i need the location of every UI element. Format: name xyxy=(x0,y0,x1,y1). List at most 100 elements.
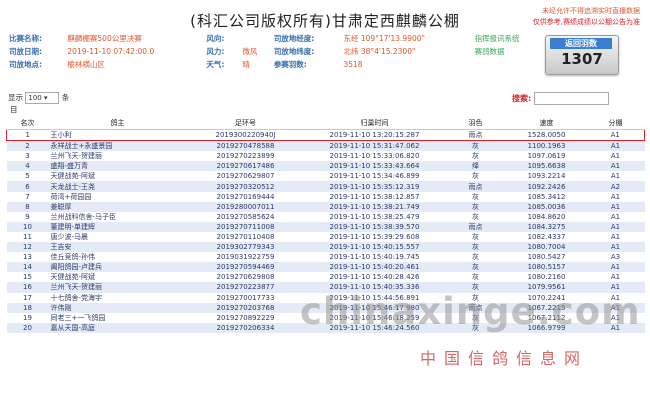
table-cell: 16 xyxy=(6,282,49,293)
table-cell: 嘉从天国-高庭 xyxy=(48,322,187,333)
race-value: 麒麟棚赛500公里决赛 xyxy=(67,34,142,43)
table-cell: A1 xyxy=(586,151,645,162)
table-row[interactable]: 3 兰州飞天-贺建丽 2019270223899 2019-11-10 15:33:0… xyxy=(6,151,645,162)
table-header: 名次 鸽主 足环号 归巢时间 羽色 速度 分棚 xyxy=(6,117,645,130)
table-cell: 姜聪厚 xyxy=(48,201,187,212)
table-row[interactable]: 8 姜聪厚 2019280007011 2019-11-10 15:38:21.749… xyxy=(6,201,645,212)
return-count-badge[interactable]: 返回羽数 1307 xyxy=(545,35,619,75)
table-row[interactable]: 15 天健战苑-阿斌 2019270629808 2019-11-10 15:40:2… xyxy=(6,272,645,283)
table-cell: 董建明-单建辉 xyxy=(48,221,187,232)
table-cell: 15 xyxy=(6,272,49,283)
table-cell: 2019270223899 xyxy=(186,151,305,162)
table-cell: 盛翔-盛万青 xyxy=(48,161,187,172)
table-cell: 1082.4337 xyxy=(506,231,587,243)
table-cell: 阖阳鸽园-卢建兵 xyxy=(48,262,187,273)
notice-line-1: 未经允许不得追溯实时直播数据 xyxy=(542,7,640,15)
table-row[interactable]: 1 王小利 2019300220940J 2019-11-10 13:20:15.28… xyxy=(6,128,645,142)
table-cell: 2019-11-10 15:40:28.426 xyxy=(304,272,445,283)
table-cell: 19 xyxy=(6,312,49,323)
table-cell: 2019-11-10 15:34:46.899 xyxy=(304,171,445,182)
table-cell: 佳丘竞鸽-孙伟 xyxy=(48,252,187,263)
release-place-value: 榆林横山区 xyxy=(67,60,105,69)
table-row[interactable]: 2 永祥战士+永盛景园 2019270478588 2019-11-10 15:31:… xyxy=(6,140,645,152)
return-count-header: 返回羽数 xyxy=(550,38,612,49)
race-info: 比赛名称: 麒麟棚赛500公里决赛 风向: 司放地经度: 东经 109°17'1… xyxy=(6,32,548,71)
column-header[interactable]: 分棚 xyxy=(586,117,645,130)
table-cell: A1 xyxy=(586,231,645,243)
table-cell: A3 xyxy=(586,252,645,263)
search-label: 搜索: xyxy=(512,94,532,103)
page-size-select[interactable]: 100 ▾ xyxy=(25,92,60,104)
table-cell: 王小利 xyxy=(48,128,187,142)
table-cell: 1085.0036 xyxy=(506,201,587,212)
table-cell: 灰 xyxy=(444,272,507,283)
table-cell: 3 xyxy=(6,151,49,162)
column-header[interactable]: 速度 xyxy=(506,117,587,130)
release-time-value: 2019-11-10 07:42:00.0 xyxy=(67,47,155,56)
table-cell: 1 xyxy=(6,128,49,142)
search-input[interactable] xyxy=(534,92,609,105)
table-row[interactable]: 11 唐少波-马晨 2019270110408 2019-11-10 15:39:29… xyxy=(6,231,645,243)
column-header[interactable]: 归巢时间 xyxy=(304,117,445,130)
table-cell: 雨点 xyxy=(444,181,507,192)
page-size-control: 显示 100 ▾ 条 xyxy=(8,92,69,104)
wind-force-value: 微风 xyxy=(242,47,258,56)
unit-label: 条 xyxy=(61,93,70,102)
table-cell: 2019-11-10 15:39:29.608 xyxy=(304,231,445,243)
table-cell: 17 xyxy=(6,292,49,303)
table-cell: A1 xyxy=(586,161,645,172)
table-row[interactable]: 6 天龙战士-王尧 2019270320512 2019-11-10 15:35:12… xyxy=(6,181,645,192)
lon-label: 司放地经度: xyxy=(273,34,315,43)
table-cell: 天龙战士-王尧 xyxy=(48,181,187,192)
table-cell: 7 xyxy=(6,191,49,202)
table-row[interactable]: 5 天健战苑-阿斌 2019270629807 2019-11-10 15:34:46… xyxy=(6,171,645,182)
data-link[interactable]: 赛鸽数据 xyxy=(472,45,548,58)
table-cell: 2019-11-10 13:20:15.287 xyxy=(304,128,445,142)
table-row[interactable]: 9 兰州战科信舍-马子臣 2019270585624 2019-11-10 15:38… xyxy=(6,211,645,222)
weather-value: 晴 xyxy=(242,60,250,69)
table-row[interactable]: 14 阖阳鸽园-卢建兵 2019270594469 2019-11-10 15:40:… xyxy=(6,262,645,273)
table-row[interactable]: 4 盛翔-盛万青 2019270617486 2019-11-10 15:33:43.… xyxy=(6,161,645,172)
wind-force-label: 风力: xyxy=(206,47,225,56)
table-row[interactable]: 13 佳丘竞鸽-孙伟 2019031922759 2019-11-10 15:40:1… xyxy=(6,252,645,263)
table-cell: 12 xyxy=(6,242,49,253)
table-cell: A1 xyxy=(586,262,645,273)
table-cell: 1080.5157 xyxy=(506,262,587,273)
column-header[interactable]: 名次 xyxy=(6,117,49,130)
command-link[interactable]: 指挥报讯系统 xyxy=(472,32,548,45)
wind-dir-label: 风向: xyxy=(206,34,225,43)
lon-value: 东经 109°17'13.9900" xyxy=(343,34,425,43)
column-header[interactable]: 羽色 xyxy=(444,117,507,130)
count-label: 参赛羽数: xyxy=(273,60,307,69)
table-cell: 1095.6638 xyxy=(506,161,587,172)
table-cell: 天健战苑-阿斌 xyxy=(48,272,187,283)
table-cell: 许伟刚 xyxy=(48,302,187,313)
table-cell: 灰 xyxy=(444,151,507,162)
table-cell: 兰州飞天-贺建丽 xyxy=(48,151,187,162)
table-cell: 同老三+一飞鸽园 xyxy=(48,312,187,323)
table-cell: 10 xyxy=(6,221,49,232)
table-cell: 2019-11-10 15:40:19.745 xyxy=(304,252,445,263)
table-cell: 荷湾+荷园园 xyxy=(48,191,187,202)
order-label: 目 xyxy=(10,105,18,114)
column-header[interactable]: 鸽主 xyxy=(48,117,187,130)
table-cell: 绛 xyxy=(444,161,507,172)
table-cell: 永祥战士+永盛景园 xyxy=(48,140,187,152)
table-cell: 2019270110408 xyxy=(186,231,305,243)
table-cell: A1 xyxy=(586,221,645,232)
table-cell: 2019-11-10 15:40:15.557 xyxy=(304,242,445,253)
notice: 未经允许不得追溯实时直播数据 仅供参考,赛绩成绩以公棚公告为准 xyxy=(533,6,640,28)
table-cell: 1080.5427 xyxy=(506,252,587,263)
table-cell: 灰 xyxy=(444,140,507,152)
table-cell: 2019280007011 xyxy=(186,201,305,212)
table-row[interactable]: 12 王吉安 2019302779343 2019-11-10 15:40:15.55… xyxy=(6,242,645,253)
release-time-label: 司放日期: xyxy=(9,47,42,56)
table-row[interactable]: 7 荷湾+荷园园 2019270169444 2019-11-10 15:38:12.… xyxy=(6,191,645,202)
table-cell: 20 xyxy=(6,322,49,333)
column-header[interactable]: 足环号 xyxy=(186,117,305,130)
table-cell: 2019-11-10 15:33:43.664 xyxy=(304,161,445,172)
table-cell: 2019-11-10 15:38:21.749 xyxy=(304,201,445,212)
table-cell: 2019-11-10 15:38:25.479 xyxy=(304,211,445,222)
table-cell: 11 xyxy=(6,231,49,243)
table-row[interactable]: 10 董建明-单建辉 2019270711008 2019-11-10 15:38:3… xyxy=(6,221,645,232)
